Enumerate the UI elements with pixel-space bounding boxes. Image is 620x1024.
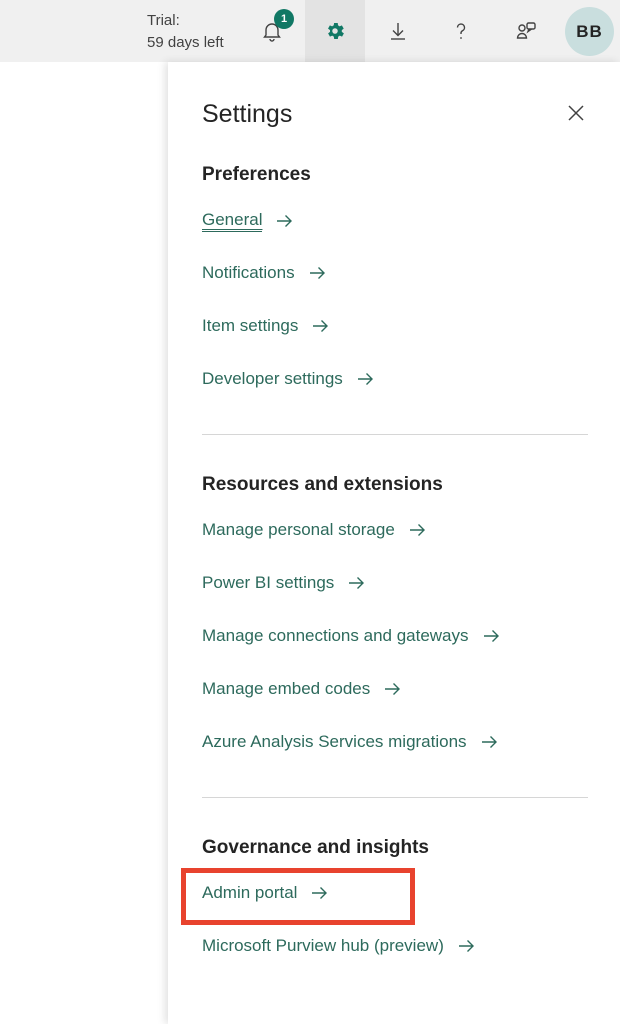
section-title-preferences: Preferences	[202, 164, 311, 185]
link-developer-settings-label: Developer settings	[202, 369, 343, 388]
link-manage-connections-gateways-label: Manage connections and gateways	[202, 626, 469, 645]
section-title-resources: Resources and extensions	[202, 474, 443, 495]
link-microsoft-purview-hub[interactable]: Microsoft Purview hub (preview)	[202, 936, 475, 956]
help-icon	[450, 20, 472, 42]
download-button[interactable]	[368, 0, 428, 62]
arrow-right-icon	[483, 629, 500, 643]
link-microsoft-purview-hub-label: Microsoft Purview hub (preview)	[202, 936, 444, 955]
arrow-right-icon	[357, 372, 374, 386]
link-notifications-label: Notifications	[202, 263, 295, 282]
arrow-right-icon	[348, 576, 365, 590]
arrow-right-icon	[481, 735, 498, 749]
share-icon	[514, 19, 538, 43]
settings-panel: Settings Preferences General Notificatio…	[168, 62, 620, 1024]
close-button[interactable]	[561, 100, 591, 130]
section-title-governance: Governance and insights	[202, 837, 429, 858]
settings-title: Settings	[202, 100, 293, 128]
trial-status: Trial: 59 days left	[147, 10, 224, 54]
admin-portal-highlight-box	[181, 868, 415, 925]
link-notifications[interactable]: Notifications	[202, 263, 326, 283]
close-icon	[567, 104, 585, 127]
link-general[interactable]: General	[202, 210, 293, 232]
arrow-right-icon	[458, 939, 475, 953]
link-manage-embed-codes-label: Manage embed codes	[202, 679, 371, 698]
arrow-right-icon	[409, 523, 426, 537]
settings-button[interactable]	[305, 0, 365, 62]
link-manage-personal-storage-label: Manage personal storage	[202, 520, 395, 539]
notifications-button[interactable]: 1	[242, 0, 302, 62]
section-divider	[202, 797, 588, 798]
link-manage-embed-codes[interactable]: Manage embed codes	[202, 679, 401, 699]
link-item-settings-label: Item settings	[202, 316, 299, 335]
page-backdrop	[0, 62, 168, 1024]
download-icon	[387, 20, 409, 42]
arrow-right-icon	[276, 214, 293, 228]
help-button[interactable]	[431, 0, 491, 62]
link-power-bi-settings-label: Power BI settings	[202, 573, 335, 592]
link-item-settings[interactable]: Item settings	[202, 316, 329, 336]
link-developer-settings[interactable]: Developer settings	[202, 369, 374, 389]
top-bar: Trial: 59 days left 1 BB	[0, 0, 620, 62]
link-general-label: General	[202, 210, 263, 232]
notification-count-badge: 1	[274, 9, 294, 29]
link-manage-personal-storage[interactable]: Manage personal storage	[202, 520, 426, 540]
gear-icon	[324, 20, 346, 42]
trial-days-left: 59 days left	[147, 34, 224, 51]
trial-label: Trial:	[147, 12, 180, 29]
arrow-right-icon	[312, 319, 329, 333]
feedback-button[interactable]	[496, 0, 556, 62]
link-azure-analysis-services-migrations[interactable]: Azure Analysis Services migrations	[202, 732, 498, 752]
link-power-bi-settings[interactable]: Power BI settings	[202, 573, 365, 593]
section-divider	[202, 434, 588, 435]
arrow-right-icon	[309, 266, 326, 280]
link-manage-connections-gateways[interactable]: Manage connections and gateways	[202, 626, 500, 646]
arrow-right-icon	[384, 682, 401, 696]
avatar[interactable]: BB	[565, 7, 614, 56]
link-azure-analysis-services-migrations-label: Azure Analysis Services migrations	[202, 732, 467, 751]
